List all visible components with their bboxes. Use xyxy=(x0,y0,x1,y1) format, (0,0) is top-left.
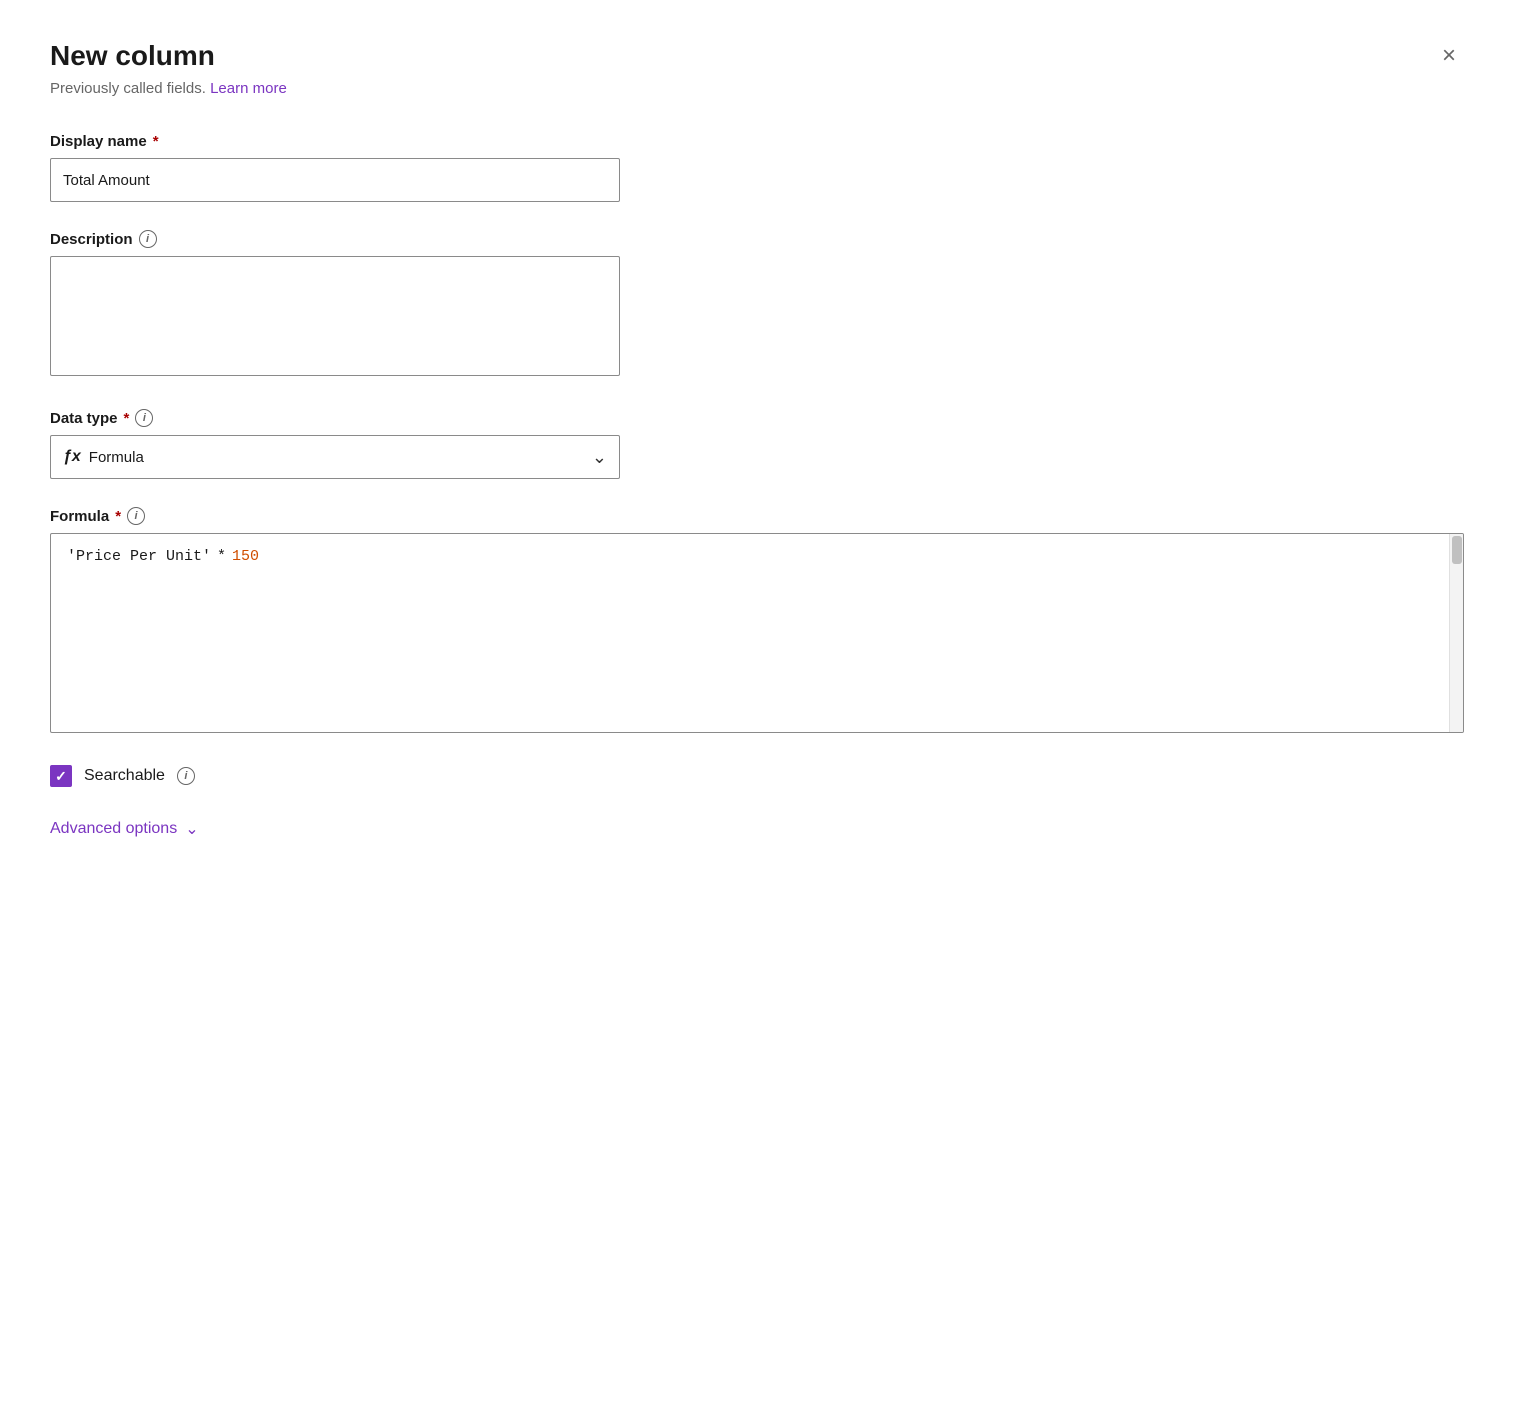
data-type-value: Formula xyxy=(89,449,144,466)
data-type-chevron-icon: ⌄ xyxy=(592,447,607,468)
formula-string-part: 'Price Per Unit' xyxy=(67,548,211,565)
data-type-label: Data type * i xyxy=(50,409,1464,427)
searchable-checkbox-wrapper: ✓ Searchable i xyxy=(50,765,195,787)
searchable-info-icon[interactable]: i xyxy=(177,767,195,785)
formula-input-wrapper: 'Price Per Unit' * 150 xyxy=(50,533,1464,733)
data-type-info-icon[interactable]: i xyxy=(135,409,153,427)
formula-operator-part: * xyxy=(217,548,226,565)
formula-label: Formula * i xyxy=(50,507,1464,525)
formula-scrollbar-track xyxy=(1449,534,1463,732)
formula-number-part: 150 xyxy=(232,548,259,565)
advanced-options-chevron-icon: ⌄ xyxy=(185,819,198,839)
display-name-label-text: Display name xyxy=(50,133,147,150)
panel-header: New column × xyxy=(50,40,1464,72)
panel-subtitle: Previously called fields. Learn more xyxy=(50,80,1464,97)
display-name-section: Display name * xyxy=(50,133,1464,202)
formula-content-line: 'Price Per Unit' * 150 xyxy=(67,548,1433,565)
searchable-label: Searchable xyxy=(84,767,165,785)
formula-scrollbar-thumb xyxy=(1452,536,1462,564)
searchable-section: ✓ Searchable i xyxy=(50,765,1464,787)
advanced-options-text: Advanced options xyxy=(50,820,177,838)
formula-info-icon[interactable]: i xyxy=(127,507,145,525)
panel-title: New column xyxy=(50,40,215,72)
formula-input[interactable]: 'Price Per Unit' * 150 xyxy=(50,533,1464,733)
description-section: Description i xyxy=(50,230,1464,381)
data-type-label-text: Data type xyxy=(50,410,118,427)
display-name-label: Display name * xyxy=(50,133,1464,150)
subtitle-text: Previously called fields. xyxy=(50,80,206,97)
description-input[interactable] xyxy=(50,256,620,376)
data-type-select[interactable]: ƒx Formula ⌄ xyxy=(50,435,620,479)
description-label-text: Description xyxy=(50,231,133,248)
display-name-required: * xyxy=(153,133,159,150)
description-info-icon[interactable]: i xyxy=(139,230,157,248)
display-name-input[interactable] xyxy=(50,158,620,202)
formula-required: * xyxy=(115,508,121,525)
fx-icon: ƒx xyxy=(63,448,81,466)
new-column-panel: New column × Previously called fields. L… xyxy=(0,0,1514,1412)
searchable-checkbox[interactable]: ✓ xyxy=(50,765,72,787)
data-type-required: * xyxy=(124,410,130,427)
advanced-options-row[interactable]: Advanced options ⌄ xyxy=(50,819,1464,839)
data-type-select-left: ƒx Formula xyxy=(63,448,144,466)
checkbox-check-icon: ✓ xyxy=(55,768,67,785)
learn-more-link[interactable]: Learn more xyxy=(210,80,287,97)
close-button[interactable]: × xyxy=(1434,40,1464,72)
data-type-section: Data type * i ƒx Formula ⌄ xyxy=(50,409,1464,479)
data-type-select-wrapper: ƒx Formula ⌄ xyxy=(50,435,620,479)
description-label: Description i xyxy=(50,230,1464,248)
formula-section: Formula * i 'Price Per Unit' * 150 xyxy=(50,507,1464,733)
formula-label-text: Formula xyxy=(50,508,109,525)
